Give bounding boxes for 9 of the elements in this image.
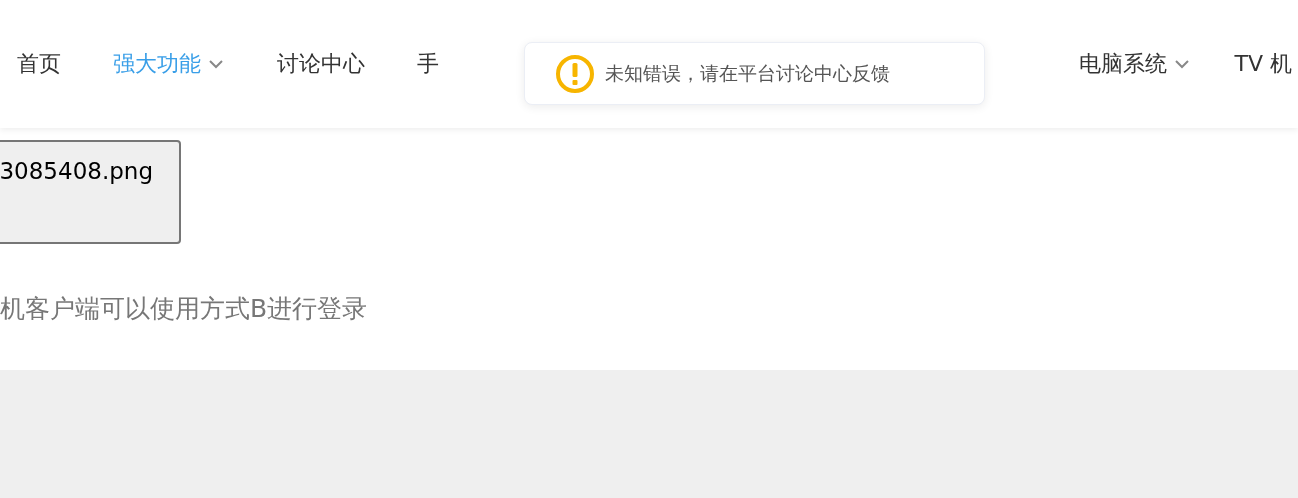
nav-item[interactable]: 手 — [417, 49, 439, 79]
warning-icon — [555, 53, 595, 94]
nav-item[interactable]: 讨论中心 — [277, 49, 365, 79]
nav-item[interactable]: TV 机 — [1234, 49, 1292, 79]
file-button[interactable]: 3085408.png — [0, 140, 181, 244]
nav-item[interactable]: 电脑系统 — [1078, 49, 1191, 79]
toast-message: 未知错误，请在平台讨论中心反馈 — [605, 60, 890, 86]
nav-item[interactable]: 首页 — [17, 49, 61, 79]
login-note: 机客户端可以使用方式B进行登录 — [0, 293, 368, 325]
